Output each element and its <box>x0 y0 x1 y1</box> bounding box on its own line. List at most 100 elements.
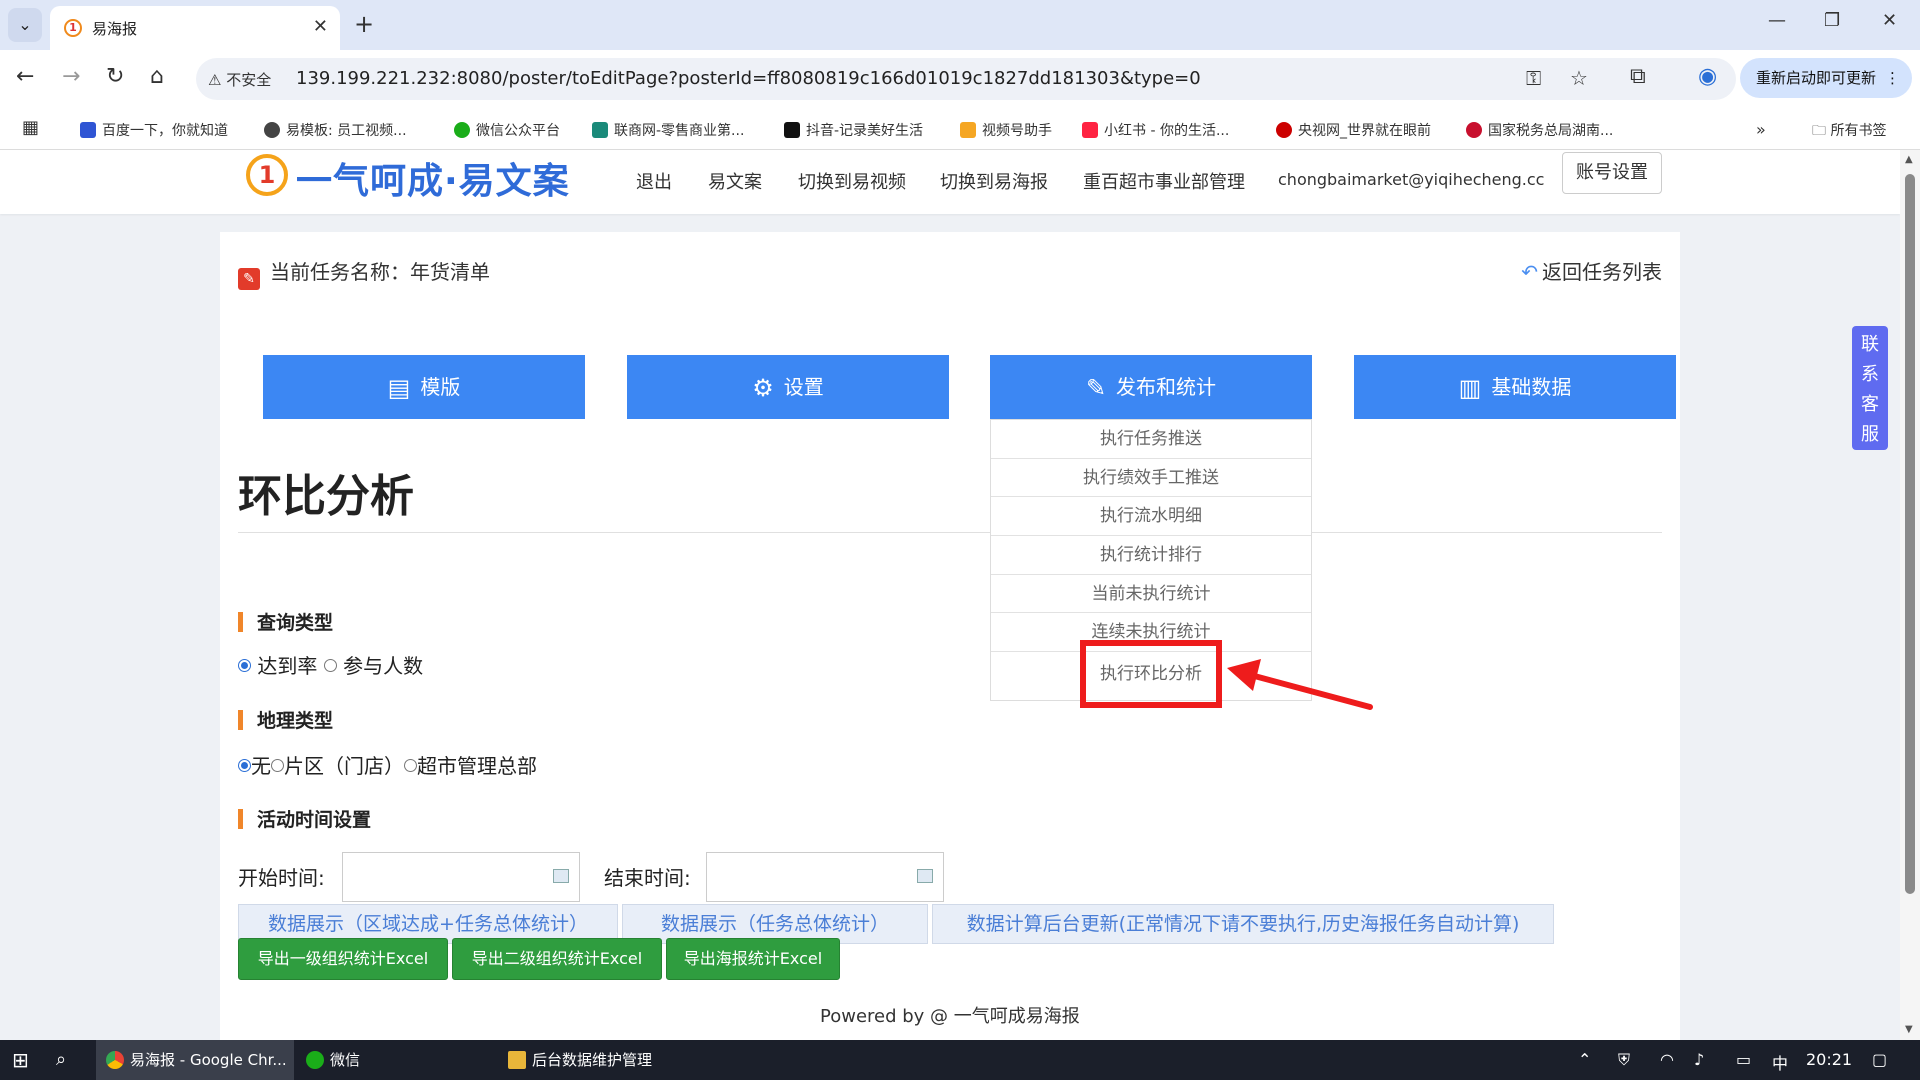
end-time-input[interactable] <box>706 852 944 902</box>
calendar-icon[interactable] <box>917 869 933 883</box>
menu-item-stat-ranking[interactable]: 执行统计排行 <box>991 536 1311 575</box>
taskbar-label: 后台数据维护管理 <box>532 1051 653 1069</box>
bookmark-label: 微信公众平台 <box>476 123 560 139</box>
tab-base-data-label: 基础数据 <box>1491 375 1572 399</box>
tab-template[interactable]: ▤ 模版 <box>263 355 585 419</box>
menu-item-current-unexecuted[interactable]: 当前未执行统计 <box>991 575 1311 614</box>
account-settings-button[interactable]: 账号设置 <box>1562 152 1662 194</box>
bookmark-tax-bureau[interactable]: 国家税务总局湖南... <box>1466 120 1613 140</box>
password-key-icon[interactable]: ⚿ <box>1526 66 1541 90</box>
export-poster-excel-button[interactable]: 导出海报统计Excel <box>666 938 840 980</box>
more-menu-icon[interactable]: ⋮ <box>1885 58 1900 98</box>
radio-participants[interactable] <box>323 659 337 672</box>
bookmarks-overflow-icon[interactable]: » <box>1756 120 1766 139</box>
defender-icon[interactable]: ⛨ <box>1618 1050 1630 1070</box>
contact-service-button[interactable]: 联 系 客 服 <box>1852 326 1888 450</box>
logo-mark: 1 <box>246 154 288 196</box>
search-icon[interactable]: ⌕ <box>56 1040 66 1080</box>
start-time-input[interactable] <box>342 852 580 902</box>
radio-none[interactable] <box>238 759 251 772</box>
restore-icon[interactable]: ❐ <box>1824 10 1840 31</box>
back-to-task-list[interactable]: ↶ 返回任务列表 <box>1521 256 1662 285</box>
bookmark-wechat-mp[interactable]: 微信公众平台 <box>454 120 560 140</box>
browser-tab-active[interactable]: 1 易海报 ✕ <box>50 6 340 50</box>
nav-logout[interactable]: 退出 <box>636 168 672 194</box>
forward-arrow-icon[interactable]: → <box>62 64 80 89</box>
reload-icon[interactable]: ↻ <box>106 64 124 89</box>
taskbar-label: 易海报 - Google Chr... <box>130 1051 287 1069</box>
tab-base-data[interactable]: ▥ 基础数据 <box>1354 355 1676 419</box>
page-scrollbar[interactable]: ▲ ▼ <box>1900 150 1920 1040</box>
nav-division-admin[interactable]: 重百超市事业部管理 <box>1083 168 1245 194</box>
tab-publish-stats[interactable]: ✎ 发布和统计 <box>990 355 1312 419</box>
main-panel: ✎ 当前任务名称：年货清单 ↶ 返回任务列表 ▤ 模版 ⚙ 设置 ✎ 发布和统计 ▥ 基础数… <box>220 232 1680 1042</box>
menu-item-flow-detail[interactable]: 执行流水明细 <box>991 497 1311 537</box>
bookmark-star-icon[interactable]: ☆ <box>1570 66 1588 90</box>
nav-switch-poster[interactable]: 切换到易海报 <box>940 168 1048 194</box>
taskbar-wechat[interactable]: 微信 <box>298 1040 474 1080</box>
nav-switch-video[interactable]: 切换到易视频 <box>798 168 906 194</box>
radio-reach-rate[interactable] <box>238 659 251 672</box>
profile-icon[interactable]: ◉ <box>1698 64 1717 89</box>
url-text[interactable]: 139.199.221.232:8080/poster/toEditPage?p… <box>296 68 1201 89</box>
home-icon[interactable]: ⌂ <box>150 64 164 89</box>
tab-settings[interactable]: ⚙ 设置 <box>627 355 949 419</box>
insecure-badge[interactable]: ⚠ 不安全 <box>208 69 271 90</box>
tab-favicon-icon: 1 <box>64 19 82 37</box>
bookmark-douyin[interactable]: 抖音-记录美好生活 <box>784 120 923 140</box>
bookmark-baidu[interactable]: 百度一下，你就知道 <box>80 120 228 140</box>
globe-icon <box>264 122 280 138</box>
back-arrow-icon[interactable]: ← <box>16 64 34 89</box>
export-level2-excel-button[interactable]: 导出二级组织统计Excel <box>452 938 662 980</box>
nav-user-email[interactable]: chongbaimarket@yiqihecheng.cc <box>1278 170 1544 189</box>
taskbar-chrome[interactable]: 易海报 - Google Chr... <box>96 1040 294 1080</box>
tax-emblem-icon <box>1466 122 1482 138</box>
tray-expand-icon[interactable]: ⌃ <box>1578 1050 1591 1069</box>
all-bookmarks[interactable]: 🗀 所有书签 <box>1812 120 1886 144</box>
backend-recalc-button[interactable]: 数据计算后台更新(正常情况下请不要执行,历史海报任务自动计算) <box>932 904 1554 944</box>
scroll-thumb[interactable] <box>1905 174 1915 894</box>
radio-label: 无 <box>251 754 271 778</box>
new-tab-icon[interactable]: + <box>354 10 374 38</box>
tab-template-label: 模版 <box>420 375 461 399</box>
nav-yiwenan[interactable]: 易文案 <box>708 168 762 194</box>
clock[interactable]: 20:21 <box>1806 1050 1852 1069</box>
tab-close-icon[interactable]: ✕ <box>313 16 328 37</box>
taskbar-label: 微信 <box>330 1051 361 1069</box>
ime-indicator[interactable]: 中 <box>1772 1050 1788 1074</box>
close-window-icon[interactable]: ✕ <box>1882 10 1897 31</box>
query-type-options: 达到率 参与人数 <box>238 650 423 679</box>
browser-tabbar: ⌄ 1 易海报 ✕ + — ❐ ✕ <box>0 0 1920 50</box>
windows-start-icon[interactable]: ⊞ <box>12 1040 29 1080</box>
bookmark-cctv[interactable]: 央视网_世界就在眼前 <box>1276 120 1431 140</box>
menu-item-task-push[interactable]: 执行任务推送 <box>991 420 1311 459</box>
extensions-icon[interactable]: ⧉ <box>1630 64 1646 89</box>
all-bookmarks-label: 所有书签 <box>1830 123 1887 139</box>
bookmark-label: 联商网-零售商业第... <box>614 123 745 139</box>
bookmark-label: 抖音-记录美好生活 <box>806 123 924 139</box>
scroll-down-icon[interactable]: ▼ <box>1905 1024 1913 1035</box>
minimize-icon[interactable]: — <box>1768 10 1786 31</box>
bookmark-xiaohongshu[interactable]: 小红书 - 你的生活... <box>1082 120 1229 140</box>
address-bar[interactable]: ⚠ 不安全 139.199.221.232:8080/poster/toEdit… <box>196 58 1736 100</box>
export-level1-excel-button[interactable]: 导出一级组织统计Excel <box>238 938 448 980</box>
update-button[interactable]: 重新启动即可更新 ⋮ <box>1740 58 1912 98</box>
taskbar-folder[interactable]: 后台数据维护管理 <box>500 1040 690 1080</box>
bookmark-linkshop[interactable]: 联商网-零售商业第... <box>592 120 744 140</box>
wifi-icon[interactable]: ◠ <box>1660 1050 1674 1069</box>
notification-icon[interactable]: ▢ <box>1872 1050 1887 1069</box>
calendar-icon[interactable] <box>553 869 569 883</box>
scroll-up-icon[interactable]: ▲ <box>1905 154 1913 165</box>
baidu-icon <box>80 122 96 138</box>
bookmark-label: 易模板: 员工视频... <box>286 123 407 139</box>
apps-grid-icon[interactable]: ▦ <box>22 117 39 138</box>
menu-item-performance-push[interactable]: 执行绩效手工推送 <box>991 459 1311 498</box>
radio-hq[interactable] <box>404 759 417 772</box>
volume-icon[interactable]: ♪ <box>1694 1050 1704 1069</box>
battery-icon[interactable]: ▭ <box>1736 1050 1751 1069</box>
bookmark-yimoban[interactable]: 易模板: 员工视频... <box>264 120 407 140</box>
bookmark-channels[interactable]: 视频号助手 <box>960 120 1052 140</box>
radio-district[interactable] <box>271 759 284 772</box>
tab-search-button[interactable]: ⌄ <box>8 8 42 42</box>
page-title: 环比分析 <box>238 471 414 522</box>
